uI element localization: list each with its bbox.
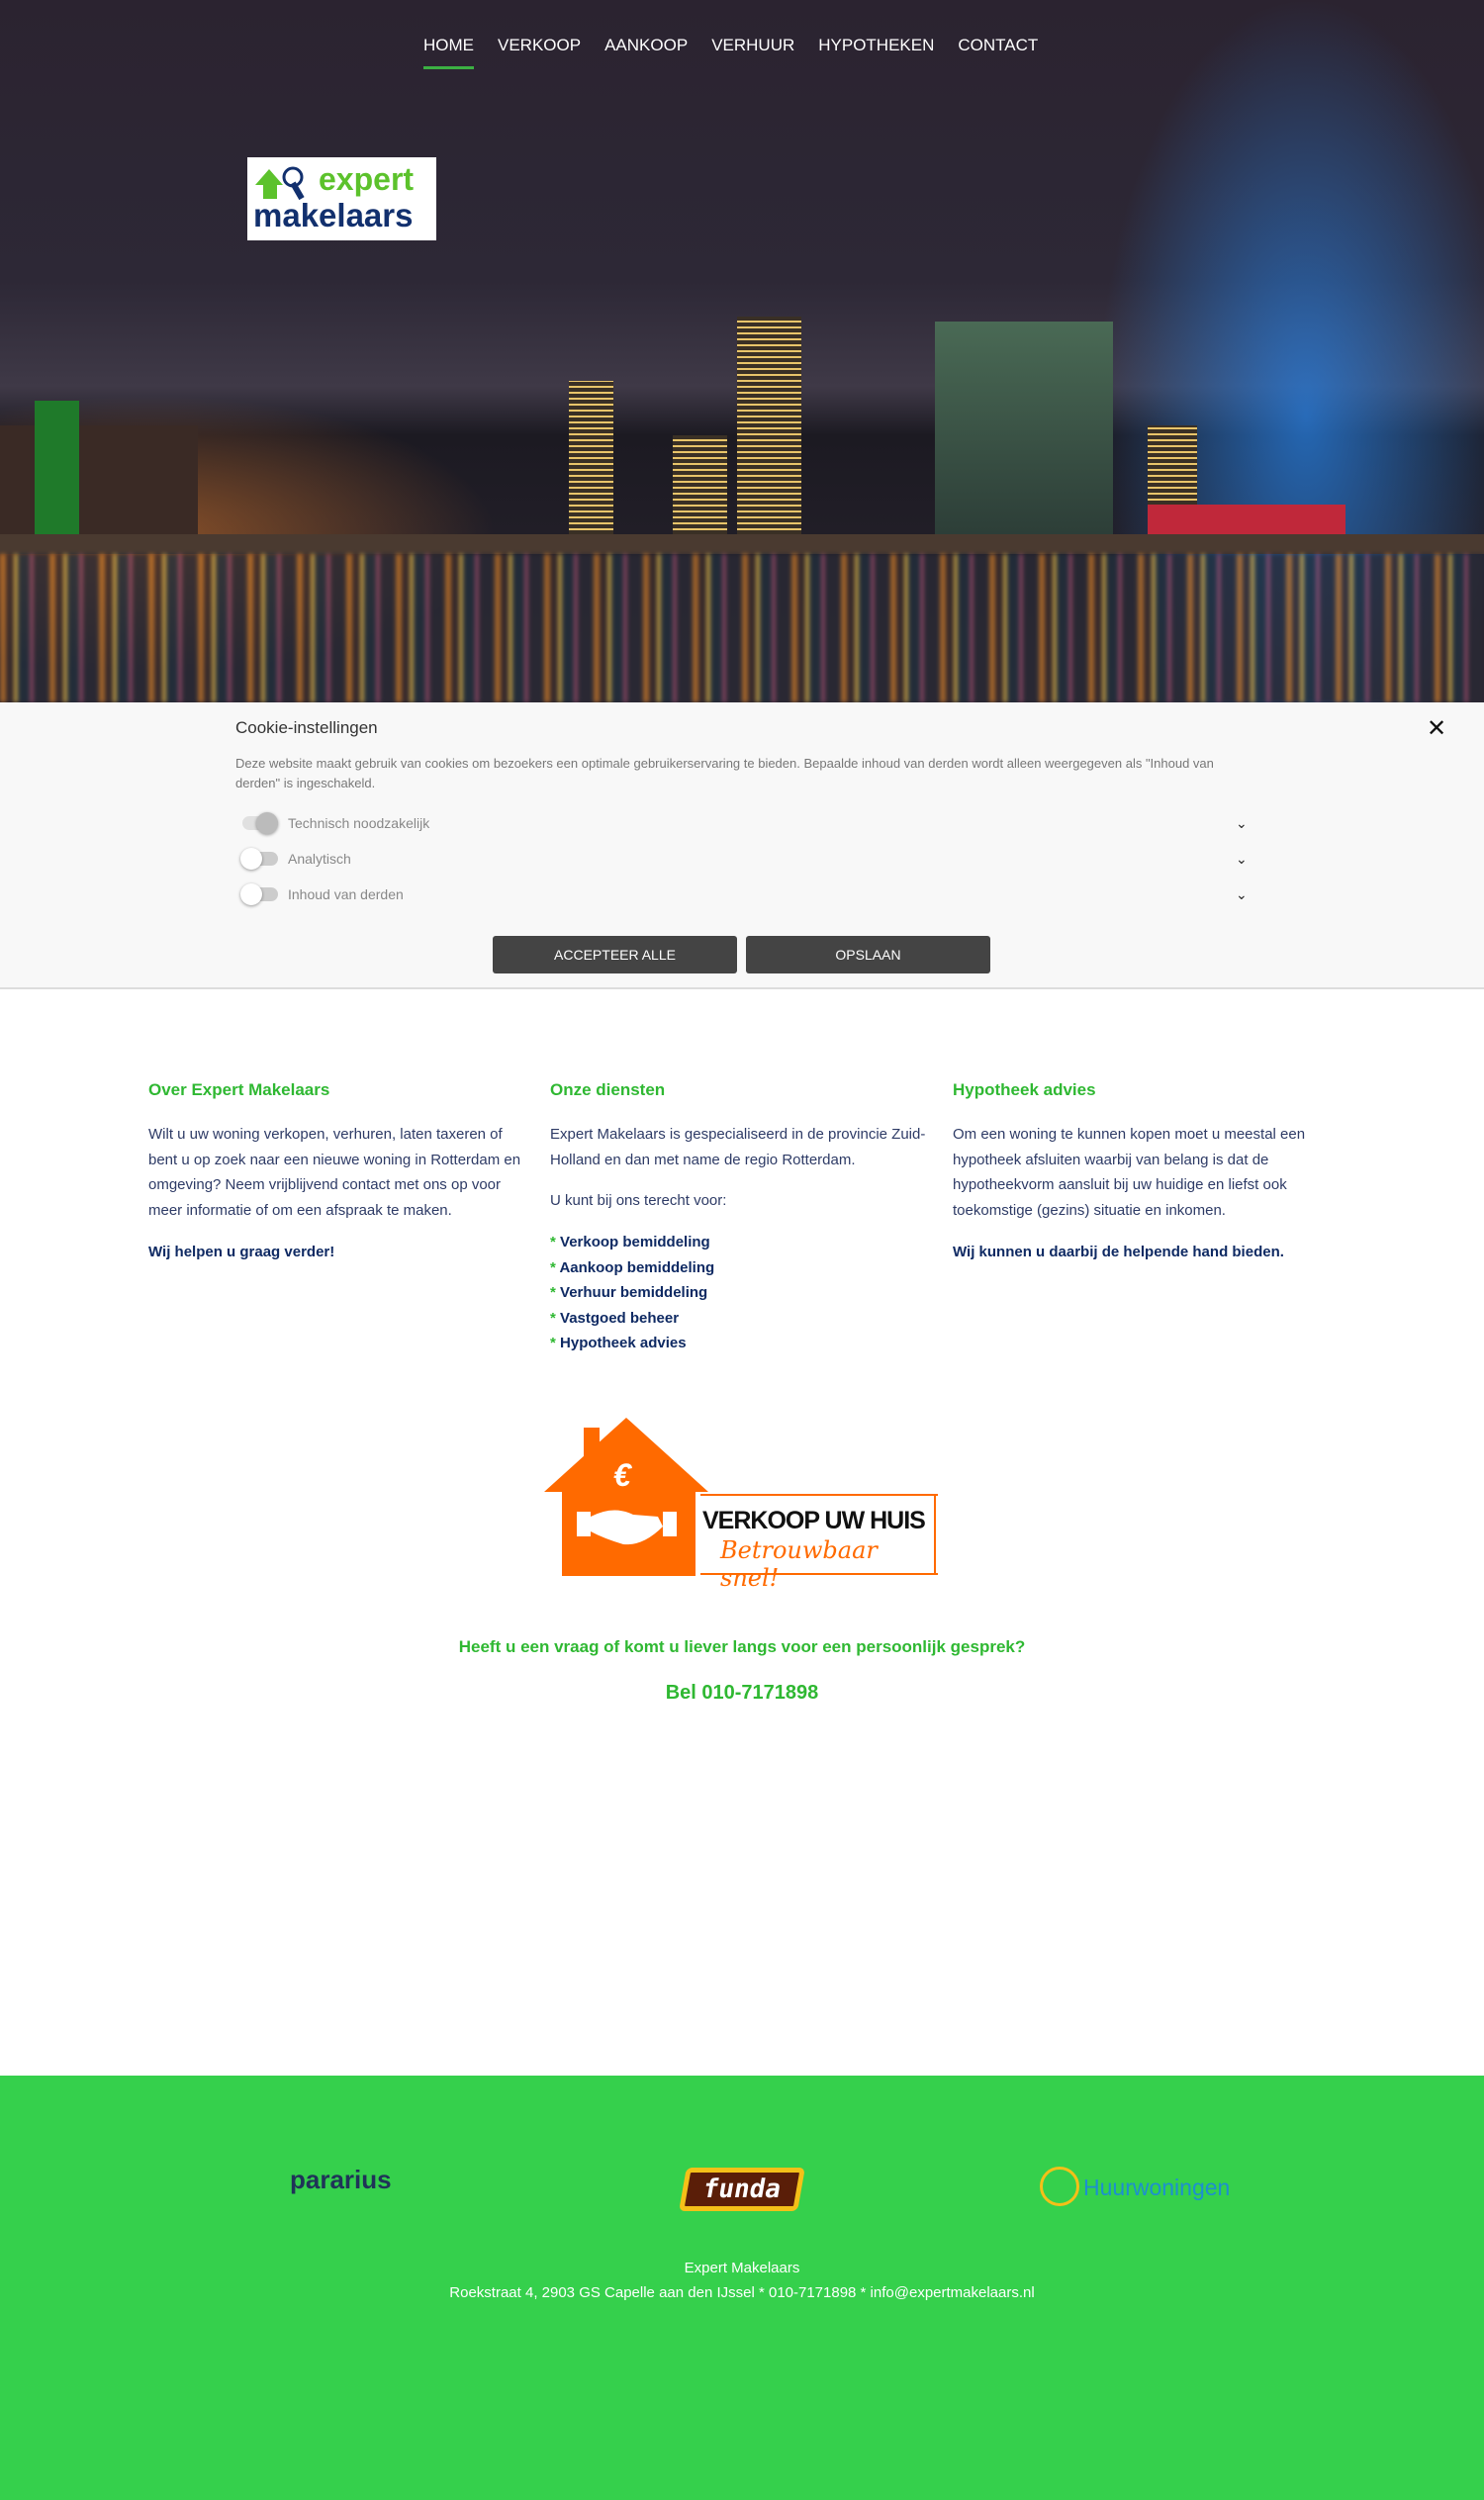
nav-aankoop[interactable]: AANKOOP bbox=[604, 36, 688, 69]
column-bold-text: Wij helpen u graag verder! bbox=[148, 1243, 335, 1260]
cookie-panel: Cookie-instellingen ✕ Deze website maakt… bbox=[0, 702, 1484, 989]
chevron-down-icon[interactable]: ⌄ bbox=[1236, 851, 1252, 868]
contact-question: Heeft u een vraag of komt u liever langs… bbox=[458, 1637, 1026, 1656]
cookie-option-analytisch[interactable]: Analytisch ⌄ bbox=[240, 847, 1252, 871]
verkoop-uw-huis-banner: € VERKOOP UW HUIS Betrouwbaar snel! bbox=[544, 1418, 938, 1592]
nav-verkoop[interactable]: VERKOOP bbox=[498, 36, 581, 69]
footer-company: Expert Makelaars bbox=[684, 2260, 800, 2276]
building bbox=[569, 381, 613, 554]
accept-all-button[interactable]: ACCEPTEER ALLE bbox=[493, 936, 737, 973]
cookie-option-derden[interactable]: Inhoud van derden ⌄ bbox=[240, 882, 1252, 906]
huurwoningen-icon bbox=[1040, 2167, 1079, 2206]
column-diensten: Onze diensten Expert Makelaars is gespec… bbox=[550, 1080, 931, 1356]
toggle-derden[interactable] bbox=[240, 883, 278, 905]
nav-hypotheken[interactable]: HYPOTHEKEN bbox=[818, 36, 934, 69]
cookie-description: Deze website maakt gebruik van cookies o… bbox=[235, 756, 1214, 790]
column-bold-text: Wij kunnen u daarbij de helpende hand bi… bbox=[953, 1243, 1284, 1260]
chevron-down-icon[interactable]: ⌄ bbox=[1236, 815, 1252, 832]
column-text: Om een woning te kunnen kopen moet u mee… bbox=[953, 1126, 1306, 1220]
column-text: U kunt bij ons terecht voor: bbox=[550, 1192, 727, 1210]
main-nav: HOME VERKOOP AANKOOP VERHUUR HYPOTHEKEN … bbox=[423, 36, 1038, 69]
quay bbox=[0, 534, 1484, 554]
column-text: Wilt u uw woning verkopen, verhuren, lat… bbox=[148, 1126, 521, 1220]
list-item: * Verhuur bemiddeling bbox=[550, 1284, 708, 1302]
column-text: Expert Makelaars is gespecialiseerd in d… bbox=[550, 1126, 926, 1168]
building bbox=[737, 317, 801, 554]
option-label: Technisch noodzakelijk bbox=[288, 815, 430, 831]
promo-title: VERKOOP UW HUIS bbox=[702, 1507, 926, 1534]
option-label: Analytisch bbox=[288, 851, 351, 867]
hero-image bbox=[0, 0, 1484, 702]
contact-phone[interactable]: Bel 010-7171898 bbox=[0, 1682, 1484, 1705]
column-title: Over Expert Makelaars bbox=[148, 1080, 330, 1099]
column-title: Hypotheek advies bbox=[953, 1080, 1096, 1099]
nav-contact[interactable]: CONTACT bbox=[958, 36, 1038, 69]
close-icon[interactable]: ✕ bbox=[1427, 714, 1446, 743]
column-hypotheek: Hypotheek advies Om een woning te kunnen… bbox=[953, 1080, 1334, 1281]
logo[interactable]: expert makelaars bbox=[247, 157, 436, 240]
option-label: Inhoud van derden bbox=[288, 886, 404, 902]
toggle-analytisch[interactable] bbox=[240, 848, 278, 870]
huurwoningen-logo[interactable]: Huurwoningen bbox=[1083, 2175, 1230, 2201]
euro-icon: € bbox=[613, 1457, 631, 1493]
list-item: * Hypotheek advies bbox=[550, 1335, 687, 1352]
save-button[interactable]: OPSLAAN bbox=[746, 936, 990, 973]
column-title: Onze diensten bbox=[550, 1080, 666, 1099]
nav-verhuur[interactable]: VERHUUR bbox=[711, 36, 794, 69]
list-item: * Aankoop bemiddeling bbox=[550, 1258, 715, 1276]
chevron-down-icon[interactable]: ⌄ bbox=[1236, 886, 1252, 903]
footer-address: Roekstraat 4, 2903 GS Capelle aan den IJ… bbox=[449, 2284, 1035, 2301]
logo-text-expert: expert bbox=[319, 161, 415, 197]
footer: pararius funda Huurwoningen Expert Makel… bbox=[0, 2076, 1484, 2500]
promo-subtitle: Betrouwbaar snel! bbox=[720, 1536, 878, 1592]
services-list: * Verkoop bemiddeling * Aankoop bemiddel… bbox=[550, 1230, 931, 1356]
column-over: Over Expert Makelaars Wilt u uw woning v… bbox=[148, 1080, 529, 1281]
logo-text-makelaars: makelaars bbox=[253, 197, 414, 233]
building bbox=[35, 401, 79, 554]
building bbox=[935, 322, 1113, 554]
cookie-option-technisch[interactable]: Technisch noodzakelijk ⌄ bbox=[242, 811, 1252, 835]
toggle-technisch[interactable] bbox=[242, 812, 278, 834]
nav-home[interactable]: HOME bbox=[423, 36, 474, 69]
water-reflection bbox=[0, 554, 1484, 702]
cookie-title: Cookie-instellingen bbox=[235, 718, 378, 737]
list-item: * Verkoop bemiddeling bbox=[550, 1234, 710, 1251]
funda-logo[interactable]: funda bbox=[679, 2168, 805, 2211]
pararius-logo[interactable]: pararius bbox=[290, 2165, 392, 2195]
list-item: * Vastgoed beheer bbox=[550, 1309, 680, 1327]
